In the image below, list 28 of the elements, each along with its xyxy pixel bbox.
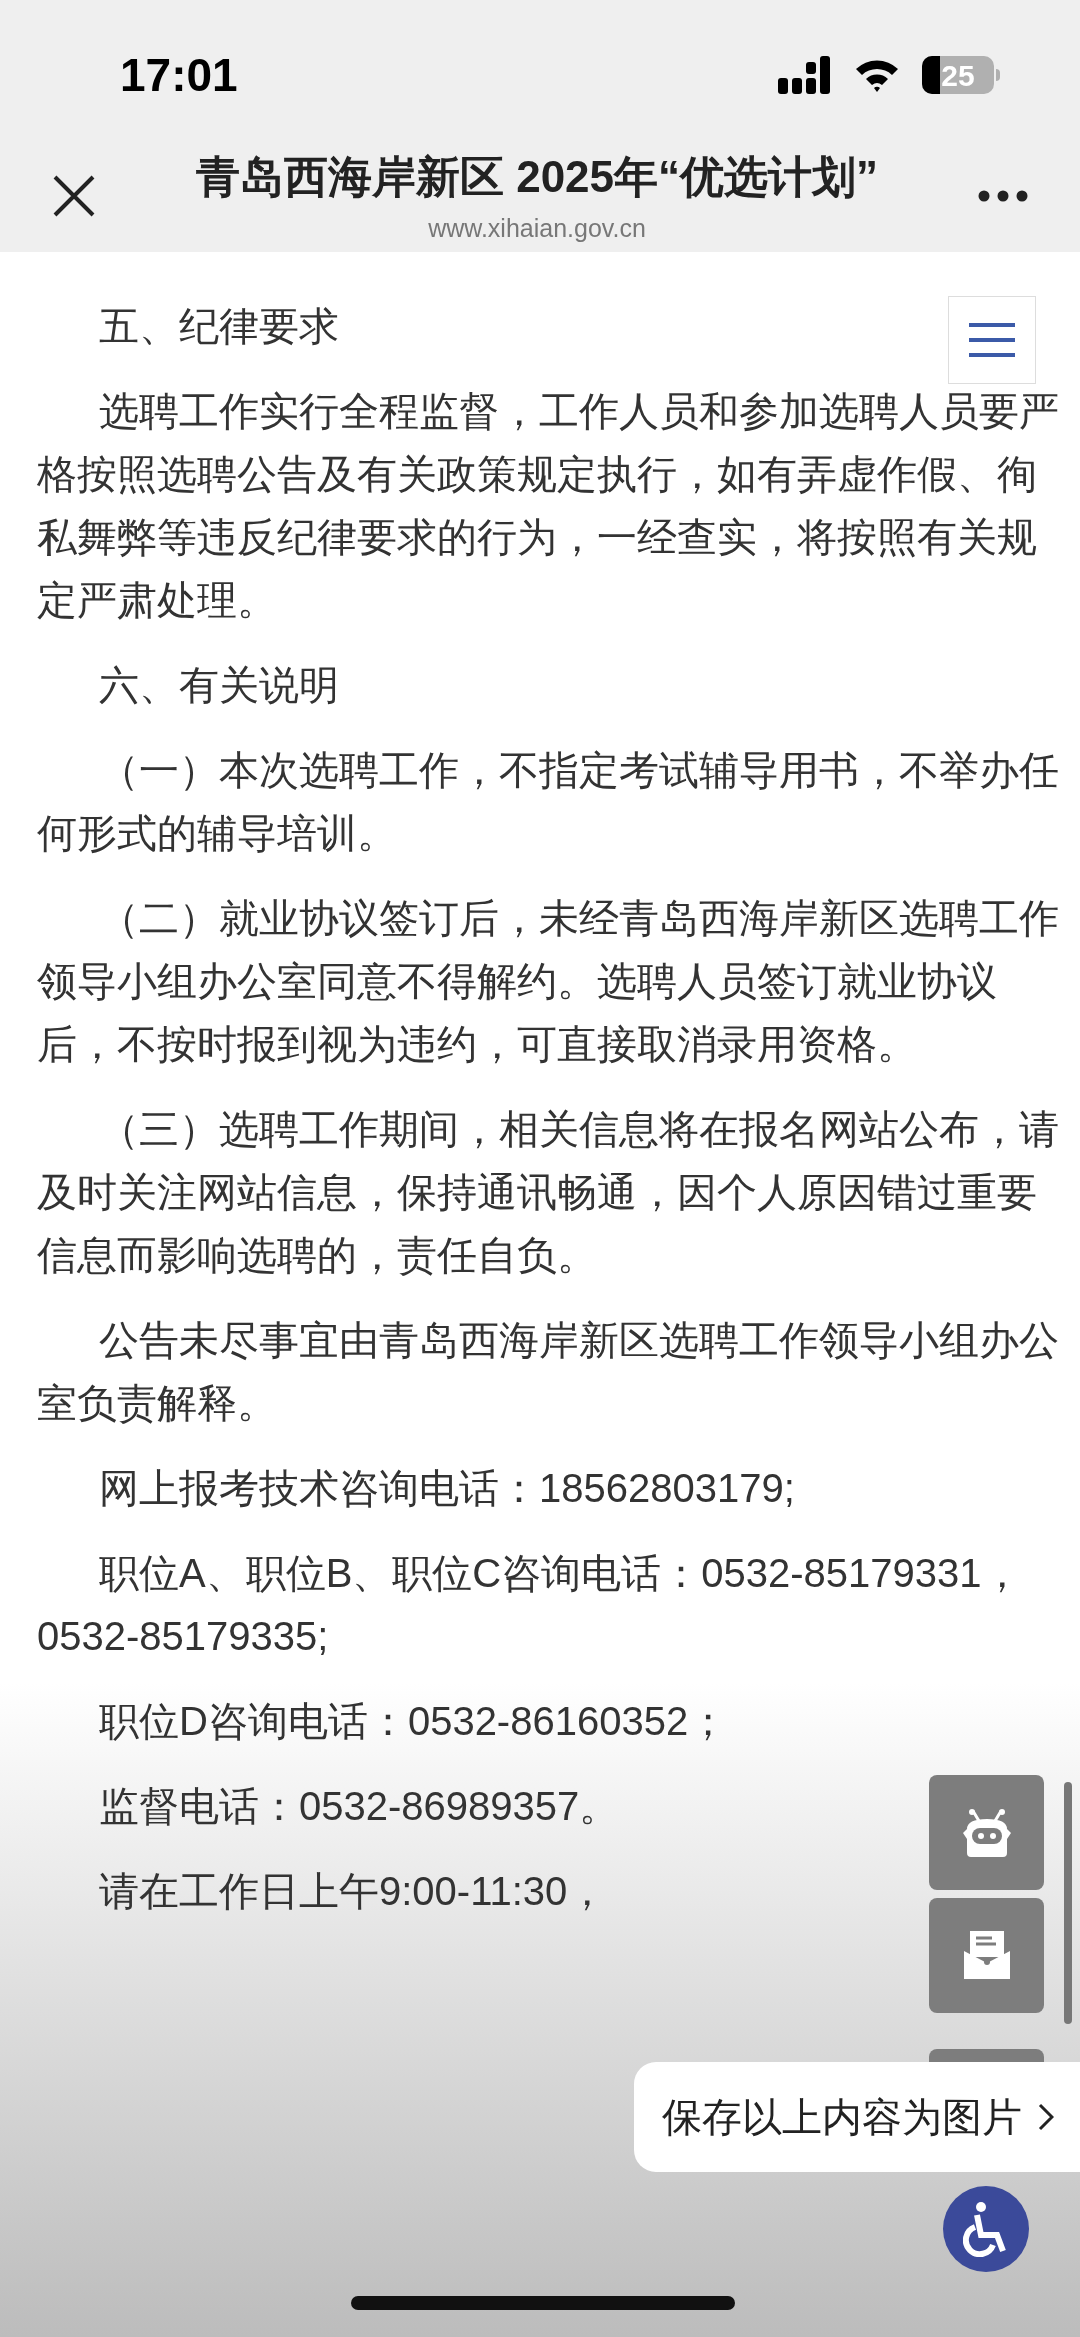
paragraph: 职位A、职位B、职位C咨询电话：0532-85179331，0532-85179335;	[37, 1550, 1023, 1660]
paragraph: 职位D咨询电话：0532-86160352；	[98, 1698, 729, 1745]
battery-indicator: 25	[922, 56, 1000, 94]
paragraph: 公告未尽事宜由青岛西海岸新区选聘工作领导小组办公室负责解释。	[37, 1317, 1060, 1427]
menu-button[interactable]	[948, 296, 1036, 384]
chevron-right-icon	[1038, 2103, 1054, 2131]
wheelchair-icon	[963, 2201, 1009, 2257]
signal-icon	[778, 56, 832, 94]
close-icon[interactable]	[52, 174, 96, 218]
paragraph: 请在工作日上午9:00-11:30，	[98, 1868, 608, 1915]
paragraph: （二）就业协议签订后，未经青岛西海岸新区选聘工作领导小组办公室同意不得解约。选聘人员签订就业协议后，不按时报到视为违约，可直接取消录用资格。	[37, 895, 1060, 1068]
more-icon[interactable]	[978, 190, 1028, 202]
page-url: www.xihaian.gov.cn	[428, 213, 646, 245]
paragraph: （三）选聘工作期间，相关信息将在报名网站公布，请及时关注网站信息，保持通讯畅通，因个人原因错过重要信息而影响选聘的，责任自负。	[37, 1106, 1060, 1279]
wifi-icon	[854, 57, 900, 93]
envelope-icon	[961, 1930, 1012, 1981]
save-as-image-button[interactable]: 保存以上内容为图片	[634, 2062, 1080, 2172]
section-heading: 五、纪律要求	[98, 303, 339, 350]
status-time: 17:01	[120, 47, 238, 103]
paragraph: （一）本次选聘工作，不指定考试辅导用书，不举办任何形式的辅导培训。	[37, 747, 1060, 857]
chatbot-button[interactable]	[929, 1775, 1044, 1890]
page-title: 青岛西海岸新区 2025年“优选计划”	[195, 151, 879, 204]
message-button[interactable]	[929, 1898, 1044, 2013]
paragraph: 选聘工作实行全程监督，工作人员和参加选聘人员要严格按照选聘公告及有关政策规定执行，如有弄虚作假、徇私舞弊等违反纪律要求的行为，一经查实，将按照有关规定严肃处理。	[37, 388, 1060, 624]
menu-icon	[969, 322, 1015, 358]
section-heading: 六、有关说明	[98, 662, 339, 709]
paragraph: 网上报考技术咨询电话：18562803179;	[98, 1465, 795, 1512]
paragraph: 监督电话：0532-86989357。	[98, 1783, 620, 1830]
